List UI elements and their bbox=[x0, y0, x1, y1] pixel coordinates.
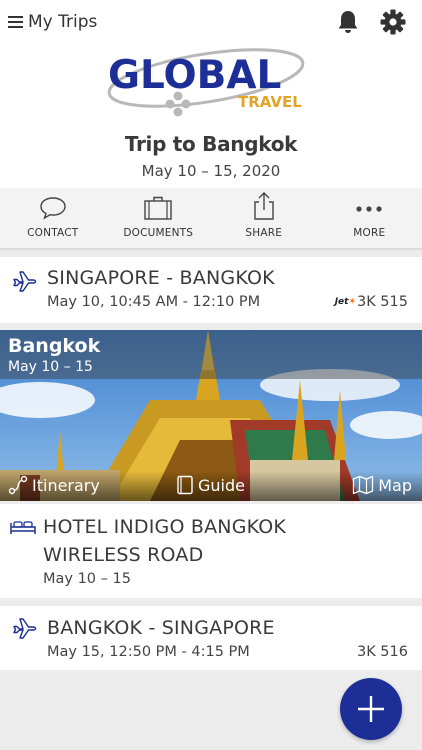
chat-bubble-icon bbox=[40, 197, 66, 220]
share-label: SHARE bbox=[245, 227, 283, 239]
plus-icon bbox=[358, 696, 384, 722]
svg-text:TRAVEL: TRAVEL bbox=[238, 93, 302, 111]
trip-header: GLOBAL TRAVEL Trip to Bangkok May 10 – 1… bbox=[0, 44, 422, 188]
global-travel-logo: GLOBAL TRAVEL bbox=[107, 48, 305, 117]
hotel-dates: May 10 – 15 bbox=[43, 571, 131, 587]
more-dots-icon bbox=[356, 206, 382, 212]
documents-label: DOCUMENTS bbox=[123, 227, 194, 239]
bed-icon bbox=[10, 521, 36, 534]
flight-route: BANGKOK - SINGAPORE bbox=[47, 617, 275, 639]
documents-button[interactable]: DOCUMENTS bbox=[106, 188, 212, 248]
trip-title: Trip to Bangkok bbox=[124, 132, 298, 156]
route-icon bbox=[8, 475, 28, 495]
more-button[interactable]: MORE bbox=[317, 188, 422, 248]
itinerary-link[interactable]: Itinerary bbox=[8, 475, 100, 495]
gear-icon[interactable] bbox=[380, 9, 406, 35]
airplane-icon bbox=[13, 271, 37, 292]
flight-route: SINGAPORE - BANGKOK bbox=[47, 267, 275, 289]
guide-label: Guide bbox=[198, 475, 245, 495]
map-label: Map bbox=[378, 475, 412, 495]
destination-name: Bangkok bbox=[8, 335, 101, 357]
flight-time: May 15, 12:50 PM - 4:15 PM bbox=[47, 644, 250, 660]
map-icon bbox=[353, 475, 374, 495]
hotel-name-line1: HOTEL INDIGO BANGKOK bbox=[43, 516, 287, 538]
my-trips-menu-button[interactable]: My Trips bbox=[8, 8, 97, 36]
flight-code: 3K 515 bbox=[356, 294, 408, 310]
my-trips-label: My Trips bbox=[28, 12, 98, 32]
trip-dates: May 10 – 15, 2020 bbox=[141, 162, 281, 180]
contact-button[interactable]: CONTACT bbox=[0, 188, 106, 248]
airline-logo: Jet✶ bbox=[334, 297, 356, 307]
map-link[interactable]: Map bbox=[352, 475, 412, 495]
share-button[interactable]: SHARE bbox=[211, 188, 317, 248]
destination-card-bangkok[interactable]: Bangkok May 10 – 15 Itinerary Guide Map bbox=[0, 330, 422, 501]
guide-link[interactable]: Guide bbox=[176, 475, 245, 495]
itinerary-label: Itinerary bbox=[32, 475, 100, 495]
airplane-icon bbox=[13, 618, 37, 639]
add-segment-button[interactable] bbox=[340, 678, 402, 740]
menu-icon bbox=[8, 16, 23, 28]
hotel-name-line2: WIRELESS ROAD bbox=[43, 544, 204, 566]
flight-segment-return[interactable]: BANGKOK - SINGAPORE May 15, 12:50 PM - 4… bbox=[0, 606, 422, 670]
destination-dates: May 10 – 15 bbox=[8, 359, 93, 375]
flight-time: May 10, 10:45 AM - 12:10 PM bbox=[47, 294, 261, 310]
book-icon bbox=[177, 475, 193, 495]
bell-icon[interactable] bbox=[336, 9, 360, 35]
top-bar: My Trips bbox=[0, 0, 422, 44]
flight-segment-outbound[interactable]: SINGAPORE - BANGKOK May 10, 10:45 AM - 1… bbox=[0, 257, 422, 323]
more-label: MORE bbox=[353, 227, 386, 239]
flight-code: 3K 516 bbox=[356, 644, 408, 660]
share-icon bbox=[254, 192, 274, 220]
briefcase-icon bbox=[144, 196, 172, 220]
svg-text:GLOBAL: GLOBAL bbox=[108, 53, 281, 98]
hotel-segment[interactable]: HOTEL INDIGO BANGKOK WIRELESS ROAD May 1… bbox=[0, 504, 422, 598]
trip-action-bar: CONTACT DOCUMENTS SHARE MORE bbox=[0, 188, 422, 250]
contact-label: CONTACT bbox=[27, 227, 79, 239]
